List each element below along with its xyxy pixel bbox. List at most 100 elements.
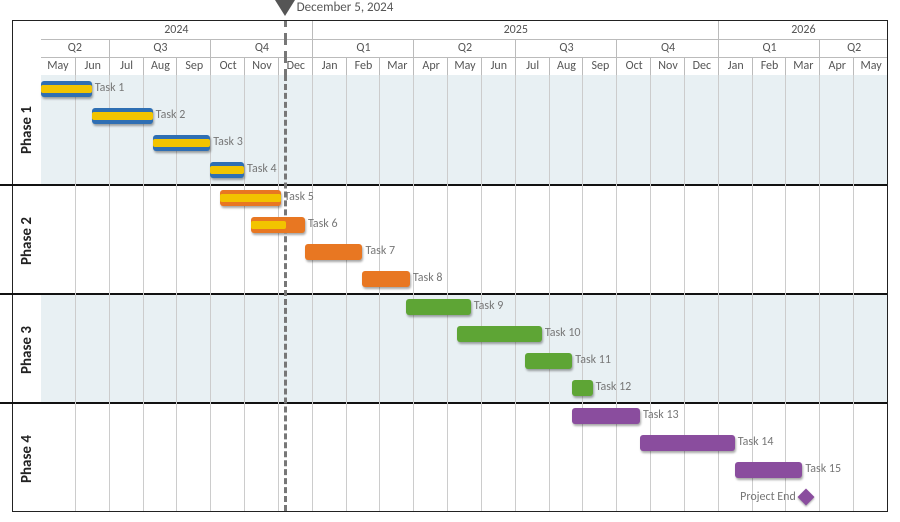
phase-separator <box>41 402 887 404</box>
quarter-7: Q1 <box>718 39 821 57</box>
task-label: Task 9 <box>474 299 504 313</box>
task-bar <box>525 353 572 369</box>
month-12: May <box>447 57 482 75</box>
task-progress <box>220 194 281 202</box>
task-label: Task 2 <box>156 108 186 122</box>
quarter-8: Q2 <box>819 39 888 57</box>
month-0: May <box>41 57 75 75</box>
phase-band <box>41 184 887 293</box>
month-20: Jan <box>718 57 753 75</box>
phase-label: Phase 2 <box>13 184 41 295</box>
month-18: Nov <box>650 57 685 75</box>
phase-label: Phase 1 <box>13 75 41 184</box>
quarter-6: Q4 <box>616 39 719 57</box>
month-3: Aug <box>143 57 178 75</box>
task-progress <box>251 221 286 229</box>
task-label: Task 15 <box>805 462 841 476</box>
month-22: Mar <box>785 57 820 75</box>
month-1: Jun <box>75 57 110 75</box>
month-21: Feb <box>752 57 787 75</box>
month-11: Apr <box>413 57 448 75</box>
quarter-2: Q4 <box>210 39 313 57</box>
month-6: Nov <box>244 57 279 75</box>
today-marker-label: December 5, 2024 <box>297 0 394 15</box>
month-16: Sep <box>582 57 617 75</box>
task-label: Task 3 <box>213 135 243 149</box>
month-2: Jul <box>109 57 144 75</box>
gridline <box>379 75 380 511</box>
task-bar <box>210 162 244 178</box>
gridline <box>75 75 76 511</box>
grid-area: Task 1 Task 2 Task 3 Task 4 Task 5 Task 6 Task… <box>41 75 887 511</box>
quarter-0: Q2 <box>41 39 109 57</box>
phase-label-text: Phase 2 <box>18 217 36 265</box>
task-progress <box>92 112 153 120</box>
gridline <box>853 75 854 511</box>
gridline <box>278 75 279 511</box>
task-label: Task 10 <box>545 326 581 340</box>
month-13: Jun <box>481 57 516 75</box>
month-14: Jul <box>515 57 550 75</box>
gridline <box>447 75 448 511</box>
month-17: Oct <box>616 57 651 75</box>
task-label: Task 4 <box>247 162 277 176</box>
month-19: Dec <box>684 57 719 75</box>
task-progress <box>153 139 211 147</box>
task-label: Task 14 <box>738 435 774 449</box>
quarter-4: Q2 <box>413 39 516 57</box>
task-label: Task 1 <box>95 81 125 95</box>
month-8: Jan <box>312 57 347 75</box>
month-24: May <box>853 57 888 75</box>
task-label: Task 11 <box>575 353 611 367</box>
task-label: Task 12 <box>596 380 632 394</box>
task-bar <box>572 380 592 396</box>
phase-column: Phase 1 Phase 2 Phase 3 Phase 4 <box>13 75 41 511</box>
phase-label-text: Phase 1 <box>18 106 36 154</box>
year-2024: 2024 <box>41 21 312 39</box>
milestone-label: Project End <box>740 490 796 504</box>
today-marker-icon <box>275 0 295 16</box>
month-23: Apr <box>819 57 854 75</box>
phase-band <box>41 75 887 184</box>
task-bar <box>305 244 363 260</box>
month-9: Feb <box>346 57 381 75</box>
year-2026: 2026 <box>718 21 888 39</box>
phase-label: Phase 4 <box>13 402 41 513</box>
gridline <box>210 75 211 511</box>
phase-separator <box>41 293 887 295</box>
gridline <box>346 75 347 511</box>
quarter-1: Q3 <box>109 39 212 57</box>
gridline <box>143 75 144 511</box>
gridline <box>244 75 245 511</box>
task-bar <box>640 435 735 451</box>
task-bar <box>572 408 640 424</box>
task-bar <box>251 217 305 233</box>
month-4: Sep <box>176 57 211 75</box>
task-progress <box>41 85 92 93</box>
task-label: Task 8 <box>413 271 443 285</box>
quarter-3: Q1 <box>312 39 415 57</box>
gridline <box>481 75 482 511</box>
task-progress <box>210 166 244 174</box>
gridline <box>109 75 110 511</box>
task-bar <box>406 299 470 315</box>
gridline <box>312 75 313 511</box>
task-label: Task 7 <box>365 244 395 258</box>
header-years: 202420252026 <box>41 21 887 40</box>
task-label: Task 6 <box>308 217 338 231</box>
task-bar <box>457 326 542 342</box>
task-bar <box>41 81 92 97</box>
task-label: Task 5 <box>284 190 314 204</box>
gridline <box>785 75 786 511</box>
quarter-5: Q3 <box>515 39 618 57</box>
task-label: Task 13 <box>643 408 679 422</box>
today-marker-row: December 5, 2024 <box>0 0 900 20</box>
year-2025: 2025 <box>312 21 719 39</box>
gantt-chart: December 5, 2024 202420252026 Q2Q3Q4Q1Q2… <box>0 0 900 522</box>
task-bar <box>92 108 153 124</box>
task-bar <box>153 135 211 151</box>
gridline <box>413 75 414 511</box>
phase-label-text: Phase 3 <box>18 326 36 374</box>
gridline <box>515 75 516 511</box>
phase-label: Phase 3 <box>13 293 41 404</box>
